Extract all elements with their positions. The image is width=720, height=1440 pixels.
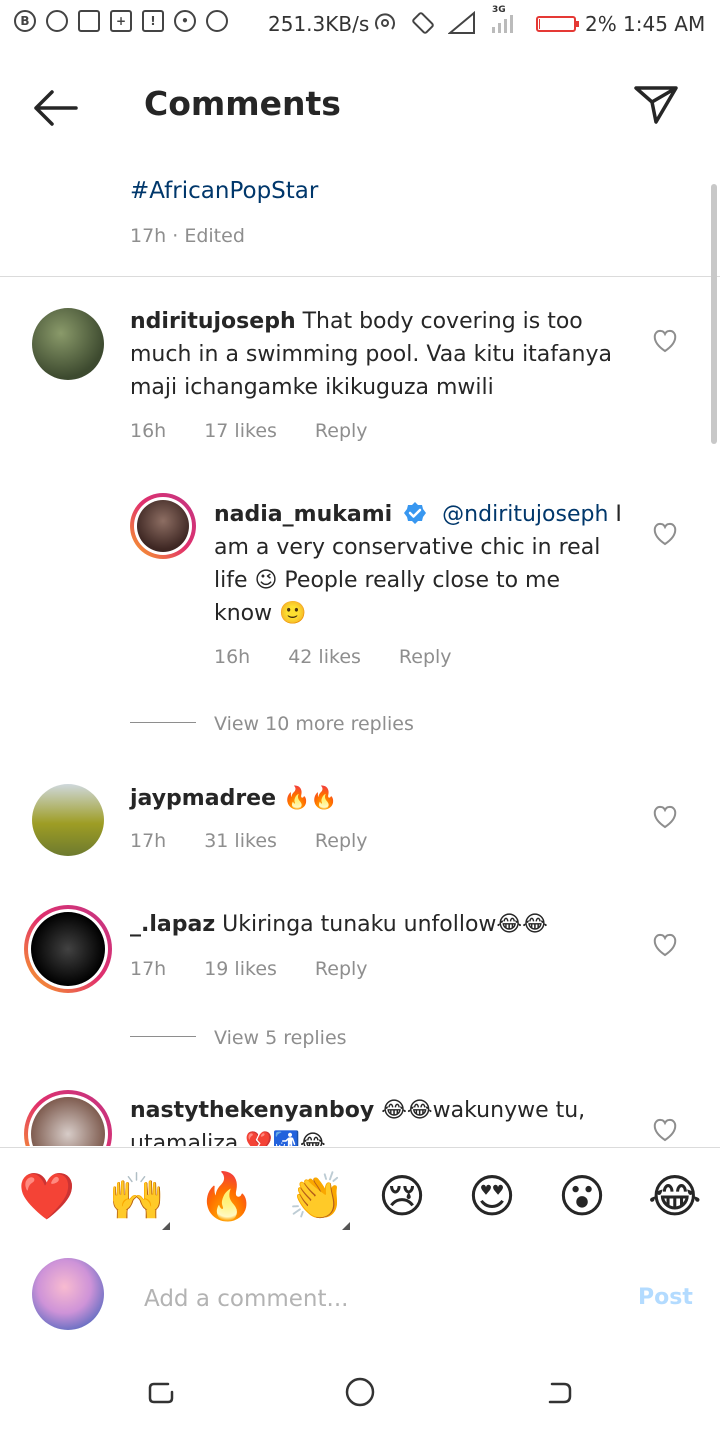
divider-line bbox=[130, 1036, 196, 1037]
comment-likes[interactable]: 17 likes bbox=[204, 420, 277, 442]
emoji-surprised[interactable]: 😮 bbox=[558, 1168, 606, 1224]
reply-button[interactable]: Reply bbox=[315, 958, 368, 980]
system-nav-bar bbox=[0, 1350, 720, 1440]
comment-meta: 17h 31 likes Reply bbox=[130, 830, 368, 852]
view-replies[interactable]: View 5 replies bbox=[214, 1027, 347, 1049]
heart-icon[interactable] bbox=[652, 1118, 678, 1142]
comment-meta: 16h 42 likes Reply bbox=[214, 646, 452, 668]
emoji-fire[interactable]: 🔥 bbox=[198, 1168, 255, 1224]
comment-meta: 17h 19 likes Reply bbox=[130, 958, 368, 980]
emoji-crying[interactable]: 😢 bbox=[378, 1168, 426, 1224]
skin-tone-indicator-icon bbox=[342, 1222, 350, 1230]
heart-icon[interactable] bbox=[652, 522, 678, 546]
paper-plane-icon[interactable] bbox=[632, 82, 680, 126]
comment-time: 17h bbox=[130, 958, 167, 980]
heart-icon[interactable] bbox=[652, 933, 678, 957]
emoji-heart[interactable]: ❤️ bbox=[18, 1168, 75, 1224]
hotspot-icon bbox=[375, 13, 395, 30]
emoji-laughing[interactable]: 😂 bbox=[648, 1168, 702, 1224]
reply-button[interactable]: Reply bbox=[315, 830, 368, 852]
reply-button[interactable]: Reply bbox=[399, 646, 452, 668]
b-app-icon: B bbox=[14, 10, 36, 32]
story-ring[interactable] bbox=[24, 1090, 112, 1146]
comment-time: 17h bbox=[130, 830, 167, 852]
recent-apps-icon[interactable] bbox=[146, 1378, 176, 1408]
heart-icon[interactable] bbox=[652, 329, 678, 353]
comment-row-partial: nastythekenyanboy 😂😂wakunywe tu, utamali… bbox=[0, 1080, 720, 1146]
caption-meta: 17h · Edited bbox=[130, 225, 245, 247]
battery-icon bbox=[536, 16, 579, 32]
shield-icon bbox=[46, 10, 68, 32]
comment-username[interactable]: _.lapaz bbox=[130, 912, 215, 937]
reply-button[interactable]: Reply bbox=[315, 420, 368, 442]
status-icons-right: 3G bbox=[372, 5, 514, 36]
alert-icon: ! bbox=[142, 10, 164, 32]
battery-percent: 2% bbox=[585, 12, 617, 36]
comment-text: Ukiringa tunaku unfollow😂😂 bbox=[215, 912, 548, 937]
comment-text: 🔥🔥 bbox=[276, 786, 338, 811]
heart-icon[interactable] bbox=[652, 805, 678, 829]
emoji-raising-hands[interactable]: 🙌 bbox=[108, 1168, 165, 1224]
emoji-clapping[interactable]: 👏 bbox=[288, 1168, 345, 1224]
page-title: Comments bbox=[144, 84, 341, 123]
skin-tone-indicator-icon bbox=[162, 1222, 170, 1230]
mobile-data-icon: 3G bbox=[490, 5, 514, 35]
comment-body: jaypmadree 🔥🔥 bbox=[130, 782, 630, 815]
comment-time: 16h bbox=[214, 646, 251, 668]
post-button[interactable]: Post bbox=[638, 1285, 693, 1310]
comment-time: 16h bbox=[130, 420, 167, 442]
caption-hashtag[interactable]: #AfricanPopStar bbox=[130, 178, 318, 204]
add-box-icon: + bbox=[110, 10, 132, 32]
comment-meta: 16h 17 likes Reply bbox=[130, 420, 368, 442]
divider bbox=[0, 276, 720, 277]
emoji-heart-eyes[interactable]: 😍 bbox=[468, 1168, 516, 1224]
comment-username[interactable]: ndiritujoseph bbox=[130, 309, 296, 334]
comment-input[interactable] bbox=[144, 1282, 584, 1316]
avatar[interactable] bbox=[31, 912, 105, 986]
clock: 1:45 AM bbox=[623, 12, 706, 36]
avatar[interactable] bbox=[137, 500, 189, 552]
comment-username[interactable]: nastythekenyanboy bbox=[130, 1098, 374, 1123]
comment-username[interactable]: jaypmadree bbox=[130, 786, 276, 811]
emoji-bar: ❤️ 🙌 🔥 👏 😢 😍 😮 😂 bbox=[0, 1147, 720, 1246]
mention-link[interactable]: @ndiritujoseph bbox=[442, 502, 608, 527]
record-icon: • bbox=[174, 10, 196, 32]
security-icon bbox=[206, 10, 228, 32]
comment-likes[interactable]: 19 likes bbox=[204, 958, 277, 980]
comment-username[interactable]: nadia_mukami bbox=[214, 502, 392, 527]
story-ring[interactable] bbox=[24, 905, 112, 993]
reply-body: nadia_mukami @ndiritujoseph I am a very … bbox=[214, 498, 624, 630]
signal-icon bbox=[448, 11, 475, 34]
comment-likes[interactable]: 42 likes bbox=[288, 646, 361, 668]
status-icons-left: B + ! • bbox=[14, 10, 228, 32]
comment-likes[interactable]: 31 likes bbox=[204, 830, 277, 852]
current-user-avatar bbox=[32, 1258, 104, 1330]
status-bar: B + ! • 251.3KB/s 3G 2% 1:45 AM bbox=[0, 0, 720, 50]
verified-badge-icon bbox=[404, 502, 427, 524]
divider-line bbox=[130, 722, 196, 723]
comment-body: ndiritujoseph That body covering is too … bbox=[130, 305, 630, 404]
back-nav-icon[interactable] bbox=[544, 1378, 574, 1408]
image-icon bbox=[78, 10, 100, 32]
comment-body: _.lapaz Ukiringa tunaku unfollow😂😂 bbox=[130, 908, 630, 941]
home-icon[interactable] bbox=[344, 1376, 376, 1408]
scrollbar[interactable] bbox=[711, 184, 717, 444]
arrow-left-icon[interactable] bbox=[32, 86, 80, 130]
battery-level bbox=[539, 19, 540, 29]
rotate-icon bbox=[412, 12, 434, 34]
network-speed: 251.3KB/s bbox=[268, 12, 370, 36]
comment-body: nastythekenyanboy 😂😂wakunywe tu, utamali… bbox=[130, 1094, 630, 1146]
story-ring[interactable] bbox=[130, 493, 196, 559]
avatar[interactable] bbox=[32, 784, 104, 856]
avatar[interactable] bbox=[32, 308, 104, 380]
avatar[interactable] bbox=[31, 1097, 105, 1146]
view-more-replies[interactable]: View 10 more replies bbox=[214, 713, 414, 735]
